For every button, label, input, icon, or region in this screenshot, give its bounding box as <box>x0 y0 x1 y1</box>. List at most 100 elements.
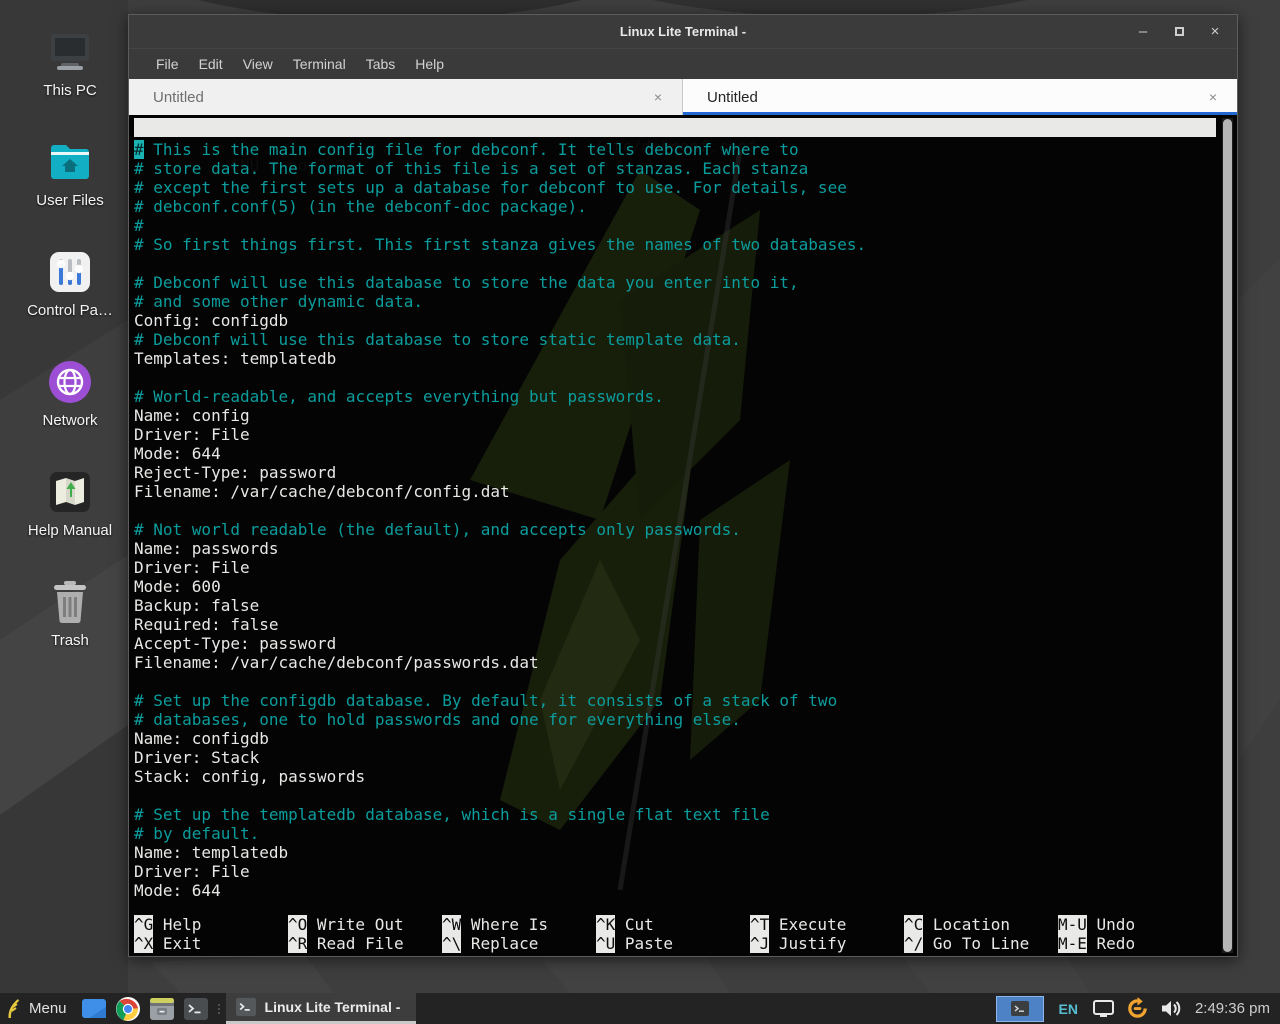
scrollbar-thumb[interactable] <box>1223 119 1232 952</box>
terminal-line: # Debconf will use this database to stor… <box>134 330 1213 349</box>
terminal-line: # Debconf will use this database to stor… <box>134 273 1213 292</box>
file-manager-icon[interactable] <box>149 996 175 1022</box>
shortcut-key: ^/ <box>904 934 923 953</box>
terminal-line <box>134 501 1213 520</box>
chrome-icon[interactable] <box>115 996 141 1022</box>
terminal-line: # <box>134 216 1213 235</box>
maximize-icon <box>1175 27 1184 36</box>
menu-button-label: Menu <box>29 1000 67 1017</box>
shortcut-cut: ^K Cut <box>596 915 750 934</box>
terminal-line: Name: templatedb <box>134 843 1213 862</box>
desktop-icon-this-pc[interactable]: This PC <box>12 30 128 112</box>
close-button[interactable]: × <box>1207 24 1223 39</box>
update-glyph <box>1126 997 1149 1020</box>
tab-close-icon[interactable]: × <box>1209 89 1217 105</box>
terminal-content[interactable]: /etc/debconf.conf GNU nano 7.2 # This is… <box>129 115 1237 956</box>
taskbar-clock[interactable]: 2:49:36 pm <box>1195 1000 1270 1017</box>
menu-button[interactable]: Menu <box>0 993 77 1024</box>
shortcut-justify: ^J Justify <box>750 934 904 953</box>
display-settings-icon[interactable] <box>1092 997 1116 1021</box>
desktop-icon-label: User Files <box>36 192 104 209</box>
desktop-icon-user-files[interactable]: User Files <box>12 140 128 222</box>
nano-cursor: # <box>134 140 144 159</box>
terminal-line: Reject-Type: password <box>134 463 1213 482</box>
terminal-line: Driver: Stack <box>134 748 1213 767</box>
menu-item-tabs[interactable]: Tabs <box>356 52 406 76</box>
volume-glyph <box>1161 999 1182 1018</box>
terminal-line: Name: configdb <box>134 729 1213 748</box>
shortcut-key: ^C <box>904 915 923 934</box>
terminal-tab-2[interactable]: Untitled× <box>683 79 1237 115</box>
chrome-glyph <box>116 997 140 1021</box>
computer-icon <box>46 30 94 74</box>
terminal-line: # store data. The format of this file is… <box>134 159 1213 178</box>
window-titlebar[interactable]: Linux Lite Terminal - – × <box>129 15 1237 48</box>
workspace-window-icon <box>1011 1001 1029 1016</box>
minimize-button[interactable]: – <box>1135 24 1151 39</box>
shortcut-key: M-U <box>1058 915 1087 934</box>
terminal-line: Backup: false <box>134 596 1213 615</box>
terminal-line: Name: config <box>134 406 1213 425</box>
terminal-line: Templates: templatedb <box>134 349 1213 368</box>
nano-title-bar: /etc/debconf.conf GNU nano 7.2 <box>134 118 1216 137</box>
desktop-icon-help-manual[interactable]: Help Manual <box>12 470 128 552</box>
shortcut-undo: M-U Undo <box>1058 915 1212 934</box>
nano-text-area[interactable]: # This is the main config file for debco… <box>134 140 1213 900</box>
control-panel-icon <box>46 250 94 294</box>
menu-item-terminal[interactable]: Terminal <box>283 52 356 76</box>
shortcut-write-out: ^O Write Out <box>288 915 442 934</box>
terminal-line: # databases, one to hold passwords and o… <box>134 710 1213 729</box>
terminal-line: Filename: /var/cache/debconf/config.dat <box>134 482 1213 501</box>
terminal-line <box>134 672 1213 691</box>
terminal-line: # Set up the configdb database. By defau… <box>134 691 1213 710</box>
desktop-icon-network[interactable]: Network <box>12 360 128 442</box>
shortcut-redo: M-E Redo <box>1058 934 1212 953</box>
tab-close-icon[interactable]: × <box>654 89 662 105</box>
keyboard-layout-indicator[interactable]: EN <box>1058 1001 1077 1017</box>
taskbar: Menu <box>0 993 1280 1024</box>
terminal-line: # So first things first. This first stan… <box>134 235 1213 254</box>
terminal-line: # This is the main config file for debco… <box>134 140 1213 159</box>
menu-item-file[interactable]: File <box>146 52 189 76</box>
menu-item-edit[interactable]: Edit <box>189 52 233 76</box>
shortcut-key: ^T <box>750 915 769 934</box>
update-notifier-icon[interactable] <box>1126 997 1150 1021</box>
terminal-line: Name: passwords <box>134 539 1213 558</box>
tab-label: Untitled <box>153 89 204 106</box>
desktop-icon-control-pa[interactable]: Control Pa… <box>12 250 128 332</box>
terminal-window: Linux Lite Terminal - – × FileEditViewTe… <box>128 14 1238 957</box>
maximize-button[interactable] <box>1171 24 1187 39</box>
menu-bar: FileEditViewTerminalTabsHelp <box>129 48 1237 79</box>
desktop-icon-label: Trash <box>51 632 89 649</box>
file-manager-glyph <box>149 998 175 1020</box>
workspace-pager[interactable] <box>996 996 1044 1022</box>
show-desktop-icon[interactable] <box>81 996 107 1022</box>
terminal-line: Filename: /var/cache/debconf/passwords.d… <box>134 653 1213 672</box>
menu-item-help[interactable]: Help <box>405 52 454 76</box>
terminal-line: Driver: File <box>134 558 1213 577</box>
terminal-line: # except the first sets up a database fo… <box>134 178 1213 197</box>
terminal-launcher-icon[interactable] <box>183 996 209 1022</box>
terminal-line: Required: false <box>134 615 1213 634</box>
terminal-line: # World-readable, and accepts everything… <box>134 387 1213 406</box>
menu-item-view[interactable]: View <box>233 52 283 76</box>
desktop-icon-trash[interactable]: Trash <box>12 580 128 662</box>
task-button-terminal[interactable]: Linux Lite Terminal - <box>226 993 417 1024</box>
terminal-line: Mode: 644 <box>134 881 1213 900</box>
desktop-icon-label: Help Manual <box>28 522 112 539</box>
terminal-line: Accept-Type: password <box>134 634 1213 653</box>
terminal-line <box>134 786 1213 805</box>
display-glyph <box>1093 1000 1114 1018</box>
shortcut-key: ^O <box>288 915 307 934</box>
home-folder-icon <box>46 140 94 184</box>
shortcut-exit: ^X Exit <box>134 934 288 953</box>
terminal-glyph <box>184 997 208 1021</box>
terminal-icon <box>236 997 256 1017</box>
terminal-scrollbar[interactable] <box>1222 118 1233 953</box>
volume-icon[interactable] <box>1160 997 1184 1021</box>
shortcut-paste: ^U Paste <box>596 934 750 953</box>
terminal-line: Stack: config, passwords <box>134 767 1213 786</box>
shortcut-key: ^G <box>134 915 153 934</box>
shortcut-row: ^X Exit^R Read File^\ Replace^U Paste^J … <box>134 934 1212 953</box>
terminal-tab-1[interactable]: Untitled × <box>129 79 683 115</box>
